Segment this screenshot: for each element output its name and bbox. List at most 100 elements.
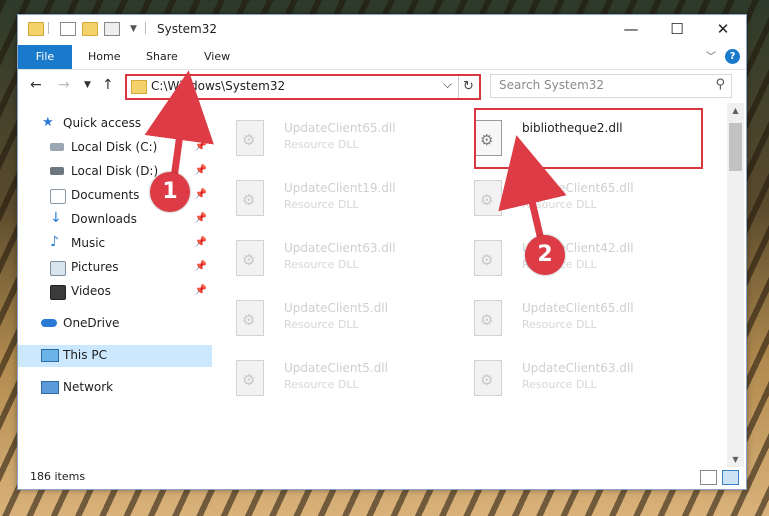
customize-toolbar-icon[interactable]: [104, 22, 120, 36]
gear-icon: ⚙: [242, 311, 256, 329]
window-title: System32: [157, 22, 218, 36]
list-item[interactable]: ⚙ UpdateClient65.dll Resource DLL: [452, 293, 672, 345]
scroll-down-icon[interactable]: ▼: [727, 455, 744, 464]
status-bar: 186 items: [18, 467, 746, 489]
scroll-thumb[interactable]: [729, 123, 742, 171]
address-path[interactable]: C:\Windows\System32: [151, 79, 285, 93]
documents-icon: [50, 189, 66, 204]
file-type: Resource DLL: [284, 378, 359, 391]
file-explorer-window: ▼ System32 — ☐ ✕ File Home Share View ﹀ …: [17, 14, 747, 490]
drive-icon: [50, 167, 64, 175]
tab-view[interactable]: View: [204, 45, 230, 69]
pin-icon[interactable]: 📌: [195, 237, 207, 248]
maximize-button[interactable]: ☐: [654, 15, 700, 45]
tab-file[interactable]: File: [18, 45, 72, 69]
network-icon: [41, 381, 59, 394]
highlight-box: [474, 108, 703, 169]
tab-home[interactable]: Home: [88, 45, 120, 69]
file-name: UpdateClient5.dll: [284, 361, 388, 375]
sidebar-item-videos[interactable]: Videos 📌: [18, 281, 212, 303]
sidebar-item-label: This PC: [63, 348, 107, 362]
refresh-icon[interactable]: ↻: [458, 76, 478, 98]
list-item[interactable]: ⚙ UpdateClient5.dll Resource DLL: [214, 353, 434, 405]
sidebar-item-quick-access[interactable]: ★ Quick access: [18, 113, 212, 135]
file-name: UpdateClient65.dll: [284, 121, 396, 135]
up-arrow-icon[interactable]: ↑: [102, 77, 114, 93]
file-name: UpdateClient63.dll: [284, 241, 396, 255]
sidebar-item-label: OneDrive: [63, 316, 120, 330]
gear-icon: ⚙: [242, 371, 256, 389]
sidebar-item-pictures[interactable]: Pictures 📌: [18, 257, 212, 279]
file-type: Resource DLL: [284, 198, 359, 211]
forward-arrow-icon[interactable]: →: [58, 77, 70, 93]
star-icon: ★: [42, 115, 54, 130]
sidebar-item-label: Documents: [71, 188, 140, 202]
separator: [145, 22, 146, 34]
list-item[interactable]: ⚙ UpdateClient65.dll Resource DLL: [452, 173, 672, 225]
chevron-down-icon[interactable]: ﹀: [706, 48, 716, 63]
pin-icon[interactable]: 📌: [195, 141, 207, 152]
list-item[interactable]: ⚙ UpdateClient19.dll Resource DLL: [214, 173, 434, 225]
back-arrow-icon[interactable]: ←: [30, 77, 42, 93]
properties-icon[interactable]: [60, 22, 76, 36]
item-count: 186 items: [30, 470, 86, 483]
list-item[interactable]: ⚙ UpdateClient63.dll Resource DLL: [214, 233, 434, 285]
dll-file-icon: ⚙: [474, 180, 502, 216]
music-icon: ♪: [50, 234, 59, 250]
sidebar-item-downloads[interactable]: ↓ Downloads 📌: [18, 209, 212, 231]
dll-file-icon: ⚙: [474, 360, 502, 396]
new-folder-icon[interactable]: [82, 22, 98, 36]
address-bar[interactable]: C:\Windows\System32 ⌵ ↻: [125, 74, 481, 100]
tab-share[interactable]: Share: [146, 45, 178, 69]
search-input[interactable]: Search System32: [499, 78, 604, 92]
sidebar-item-onedrive[interactable]: OneDrive: [18, 313, 212, 335]
pin-icon[interactable]: 📌: [195, 165, 207, 176]
sidebar-item-this-pc[interactable]: This PC: [18, 345, 212, 367]
pin-icon[interactable]: 📌: [195, 285, 207, 296]
dll-file-icon: ⚙: [474, 240, 502, 276]
file-type: Resource DLL: [522, 378, 597, 391]
sidebar-item-label: Local Disk (D:): [71, 164, 159, 178]
dll-file-icon: ⚙: [236, 300, 264, 336]
sidebar-item-label: Videos: [71, 284, 111, 298]
chevron-down-icon[interactable]: ▼: [130, 24, 144, 36]
sidebar-item-label: Downloads: [71, 212, 137, 226]
download-icon: ↓: [50, 210, 62, 226]
sidebar-item-label: Music: [71, 236, 106, 250]
scroll-up-icon[interactable]: ▲: [727, 106, 744, 115]
chevron-down-icon[interactable]: ⌵: [443, 77, 452, 92]
list-item[interactable]: ⚙ UpdateClient65.dll Resource DLL: [214, 113, 434, 165]
search-box[interactable]: Search System32 ⚲: [490, 74, 732, 98]
file-name: UpdateClient19.dll: [284, 181, 396, 195]
sidebar-item-music[interactable]: ♪ Music 📌: [18, 233, 212, 255]
dll-file-icon: ⚙: [236, 180, 264, 216]
step-1-badge: 1: [150, 172, 190, 212]
list-item[interactable]: ⚙ UpdateClient63.dll Resource DLL: [452, 353, 672, 405]
file-type: Resource DLL: [522, 318, 597, 331]
recent-locations-chevron-icon[interactable]: ▼: [84, 80, 91, 90]
close-button[interactable]: ✕: [700, 15, 746, 45]
gear-icon: ⚙: [242, 131, 256, 149]
details-view-icon[interactable]: [700, 470, 717, 485]
help-icon[interactable]: ?: [725, 49, 740, 64]
gear-icon: ⚙: [242, 191, 256, 209]
dll-file-icon: ⚙: [236, 240, 264, 276]
sidebar-item-network[interactable]: Network: [18, 377, 212, 399]
minimize-button[interactable]: —: [608, 15, 654, 45]
pin-icon[interactable]: 📌: [195, 189, 207, 200]
file-name: UpdateClient63.dll: [522, 361, 634, 375]
large-icons-view-icon[interactable]: [722, 470, 739, 485]
gear-icon: ⚙: [480, 371, 494, 389]
separator: [48, 22, 49, 34]
sidebar-item-label: Pictures: [71, 260, 119, 274]
sidebar-item-local-disk-c[interactable]: Local Disk (C:) 📌: [18, 137, 212, 159]
pin-icon[interactable]: 📌: [195, 261, 207, 272]
list-item[interactable]: ⚙ UpdateClient5.dll Resource DLL: [214, 293, 434, 345]
vertical-scrollbar[interactable]: ▲ ▼: [727, 103, 744, 467]
pin-icon[interactable]: 📌: [195, 213, 207, 224]
file-name: UpdateClient5.dll: [284, 301, 388, 315]
gear-icon: ⚙: [242, 251, 256, 269]
gear-icon: ⚙: [480, 251, 494, 269]
dll-file-icon: ⚙: [236, 120, 264, 156]
navigation-bar: ← → ▼ ↑ C:\Windows\System32 ⌵ ↻ Search S…: [18, 70, 746, 102]
